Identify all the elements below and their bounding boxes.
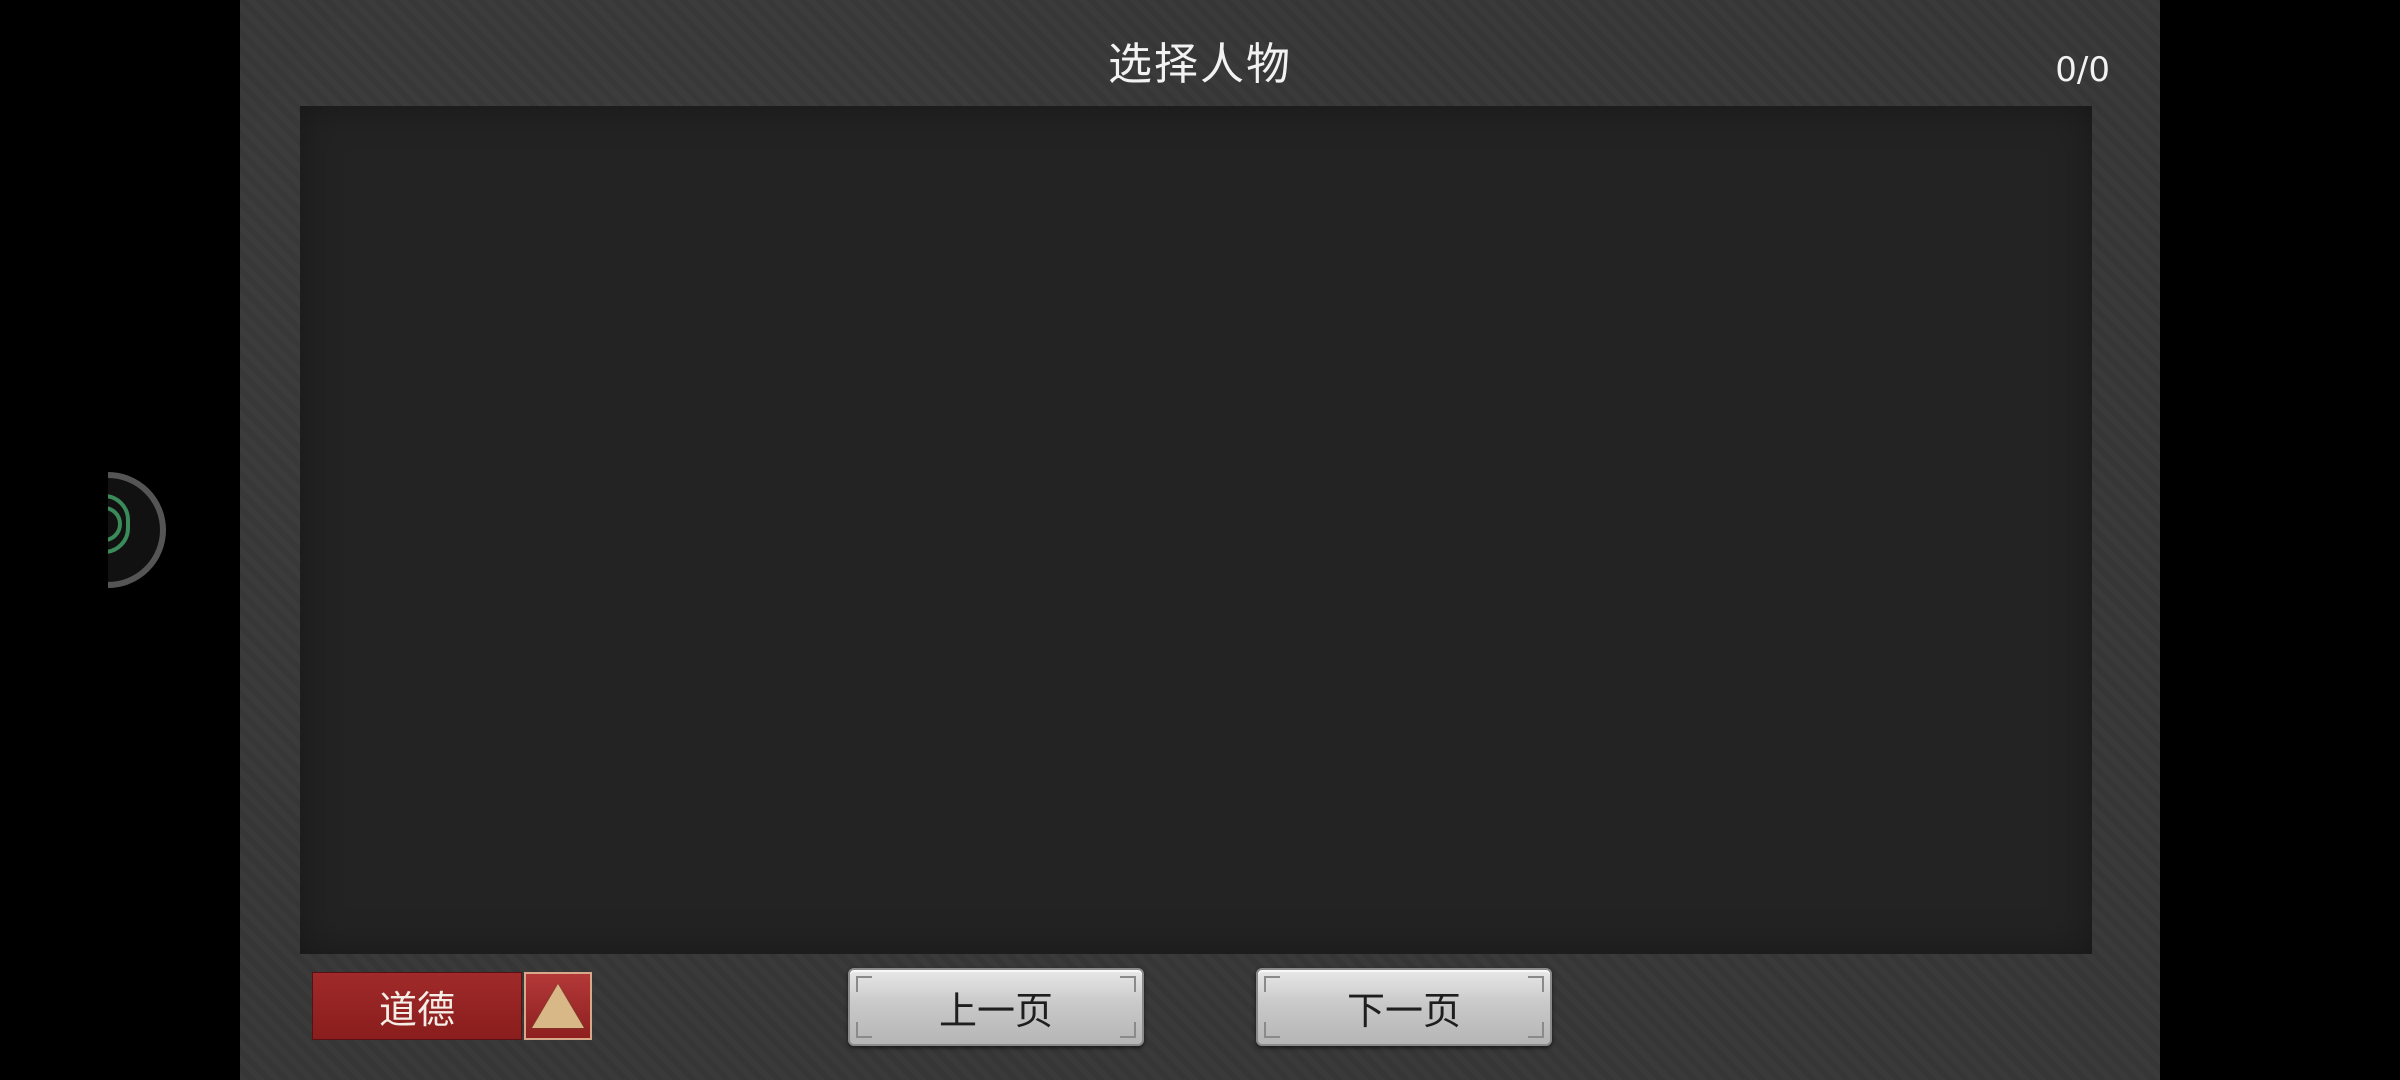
game-screen: 选择人物 0/0 道德 上一页 下一页	[0, 0, 2400, 1080]
page-title: 选择人物	[1108, 39, 1292, 90]
triangle-up-icon	[532, 984, 584, 1028]
corner-ornament	[856, 976, 872, 992]
sort-control: 道德	[312, 972, 592, 1042]
floating-assistive-handle[interactable]	[108, 472, 166, 588]
character-select-panel: 选择人物 0/0 道德 上一页 下一页	[240, 0, 2160, 1080]
page-indicator: 0/0	[2055, 50, 2110, 90]
corner-ornament	[1264, 1022, 1280, 1038]
prev-page-label: 上一页	[938, 988, 1053, 1033]
prev-page-button[interactable]: 上一页	[848, 968, 1144, 1046]
next-page-label: 下一页	[1346, 988, 1461, 1033]
character-list[interactable]	[300, 106, 2092, 954]
corner-ornament	[856, 1022, 872, 1038]
sort-field-button[interactable]: 道德	[312, 972, 522, 1040]
corner-ornament	[1120, 1022, 1136, 1038]
sort-order-toggle[interactable]	[524, 972, 592, 1040]
corner-ornament	[1528, 1022, 1544, 1038]
corner-ornament	[1120, 976, 1136, 992]
next-page-button[interactable]: 下一页	[1256, 968, 1552, 1046]
corner-ornament	[1264, 976, 1280, 992]
corner-ornament	[1528, 976, 1544, 992]
